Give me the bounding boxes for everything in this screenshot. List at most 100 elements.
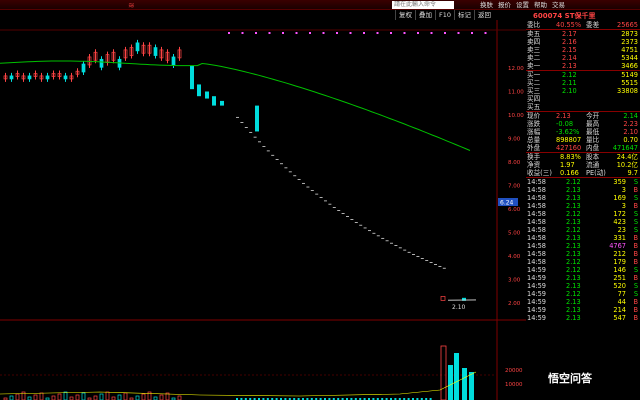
tick-row-price: 2.13	[566, 274, 581, 282]
tick-row-flag: B	[633, 186, 638, 194]
last-price-label: 2.10	[452, 304, 466, 311]
stat-row-l2: PE(动)	[586, 169, 606, 177]
quote-row-l2: 内盘	[586, 144, 600, 152]
sells-row-label: 卖二	[527, 54, 541, 62]
menu-settings[interactable]: 设置	[516, 0, 529, 10]
tick-row: 14:59 2.13 520 S	[526, 282, 640, 290]
menu-quote[interactable]: 报价	[498, 0, 511, 10]
tick-row: 14:59 2.12 77 S	[526, 290, 640, 298]
buys-row-label: 买一	[527, 71, 541, 79]
tick-row-volume: 520	[613, 282, 626, 290]
back-button[interactable]: 返回	[474, 10, 494, 20]
tick-row-flag: B	[633, 258, 638, 266]
tick-row-flag: S	[633, 282, 638, 290]
tick-row-volume: 3	[621, 202, 626, 210]
menu-help[interactable]: 帮助	[534, 0, 547, 10]
buys-row: 买四	[526, 95, 640, 103]
sells-row: 卖五 2.17 2873	[526, 30, 640, 38]
drop-candle	[220, 100, 224, 106]
tick-row: 14:58 2.13 3 B	[526, 202, 640, 210]
chart-toolbar: 复权 叠加 F10 标记 返回	[395, 10, 494, 20]
tick-row-time: 14:58	[527, 186, 547, 194]
tick-row-price: 2.13	[566, 234, 581, 242]
tick-row-flag: B	[633, 314, 638, 322]
quote-row: 现价 2.13 今开 2.14	[526, 112, 640, 120]
buys-row-label: 买三	[527, 87, 541, 95]
tick-row-volume: 359	[613, 178, 626, 186]
quote-row-l1: 总量	[527, 136, 541, 144]
sells-row-volume: 2373	[621, 38, 638, 46]
quote-row: 涨幅 -3.62% 最低 2.10	[526, 128, 640, 136]
f10-button[interactable]: F10	[435, 10, 454, 20]
tick-row-volume: 179	[613, 258, 626, 266]
quote-row-v1: 427160	[556, 144, 582, 152]
tick-row-price: 2.13	[566, 306, 581, 314]
tick-row: 14:59 2.13 251 B	[526, 274, 640, 282]
drop-candle	[255, 105, 259, 132]
price-axis-label: 8.00	[508, 160, 521, 166]
stat-row-v1: 0.166	[560, 169, 579, 177]
tick-row-flag: B	[633, 202, 638, 210]
quote-row-l1: 涨跌	[527, 120, 541, 128]
tick-row: 14:58 2.13 423 S	[526, 218, 640, 226]
tick-row-flag: S	[633, 290, 638, 298]
sells-row-price: 2.14	[562, 54, 577, 62]
tick-row-volume: 331	[613, 234, 626, 242]
sells-row: 卖三 2.15 4751	[526, 46, 640, 54]
command-input[interactable]	[392, 1, 454, 9]
tick-row: 14:59 2.13 44 B	[526, 298, 640, 306]
price-axis-label: 2.00	[508, 301, 521, 307]
buys-row-label: 买四	[527, 95, 541, 103]
stat-row-l1: 换手	[527, 153, 541, 161]
ratio-label: 委比	[527, 21, 541, 29]
tick-row-volume: 3	[621, 186, 626, 194]
price-axis-label: 12.00	[508, 66, 524, 72]
drop-candle	[205, 91, 209, 99]
tick-row-volume: 77	[617, 290, 626, 298]
stat-row-v1: 1.97	[560, 161, 575, 169]
watermark: 悟空问答	[548, 372, 592, 385]
tick-row-price: 2.12	[566, 210, 581, 218]
tick-row-volume: 4767	[609, 242, 626, 250]
sells-row-label: 卖三	[527, 46, 541, 54]
quote-stats: 现价 2.13 今开 2.14 涨跌 -0.08 最高 2.23 涨幅 -3.62% 最低 2.10 总…	[526, 112, 640, 152]
kline-chart[interactable]: 12.00 11.00 10.00 9.00 8.00 7.00 6.00 5.00 4.00 3…	[0, 20, 526, 400]
buys-row: 买五	[526, 103, 640, 111]
tick-row-volume: 44	[617, 298, 626, 306]
tick-row-price: 2.12	[566, 290, 581, 298]
volume-bars	[0, 345, 477, 400]
tick-row-time: 14:58	[527, 202, 547, 210]
quote-row-v1: -3.62%	[556, 128, 580, 136]
quote-row-l1: 涨幅	[527, 128, 541, 136]
price-axis-label: 9.00	[508, 137, 521, 143]
menu-trade[interactable]: 交易	[552, 0, 565, 10]
menu-skin[interactable]: 换肤	[480, 0, 493, 10]
tick-row-flag: S	[633, 178, 638, 186]
quote-row-v2: 2.10	[623, 128, 638, 136]
buys-row-label: 买五	[527, 103, 541, 111]
sells-row-label: 卖四	[527, 38, 541, 46]
mark-button[interactable]: 标记	[454, 10, 474, 20]
tick-row-time: 14:58	[527, 234, 547, 242]
tick-row-price: 2.13	[566, 242, 581, 250]
tick-row-volume: 23	[617, 226, 626, 234]
restore-rights-button[interactable]: 复权	[395, 10, 415, 20]
overlay-button[interactable]: 叠加	[415, 10, 435, 20]
quote-row-v2: 0.70	[623, 136, 638, 144]
tick-row-price: 2.13	[566, 202, 581, 210]
company-stats: 换手 8.83% 股本 24.4亿 净资 1.97 流通 10.2亿 收益(三) 0.166 PE(…	[526, 153, 640, 177]
tick-row-price: 2.12	[566, 226, 581, 234]
ratio-value: 40.55%	[556, 21, 582, 29]
tick-row: 14:58 2.12 359 S	[526, 178, 640, 186]
tick-row-time: 14:58	[527, 194, 547, 202]
top-menu: 换肤 报价 设置 帮助 交易	[480, 0, 570, 10]
title-bar: ≋ 换肤 报价 设置 帮助 交易	[0, 0, 640, 10]
stat-row-v2: 10.2亿	[616, 161, 638, 169]
drop-candle	[190, 65, 194, 90]
vol-axis-20000: 20000	[505, 368, 523, 374]
tick-row-volume: 423	[613, 218, 626, 226]
tick-row: 14:58 2.13 3 B	[526, 186, 640, 194]
buy-orders: 买一 2.12 5149 买二 2.11 5515 买三 2.10 33808 买四 买五	[526, 71, 640, 111]
price-axis-label: 10.00	[508, 113, 524, 119]
tick-row: 14:58 2.13 212 B	[526, 250, 640, 258]
